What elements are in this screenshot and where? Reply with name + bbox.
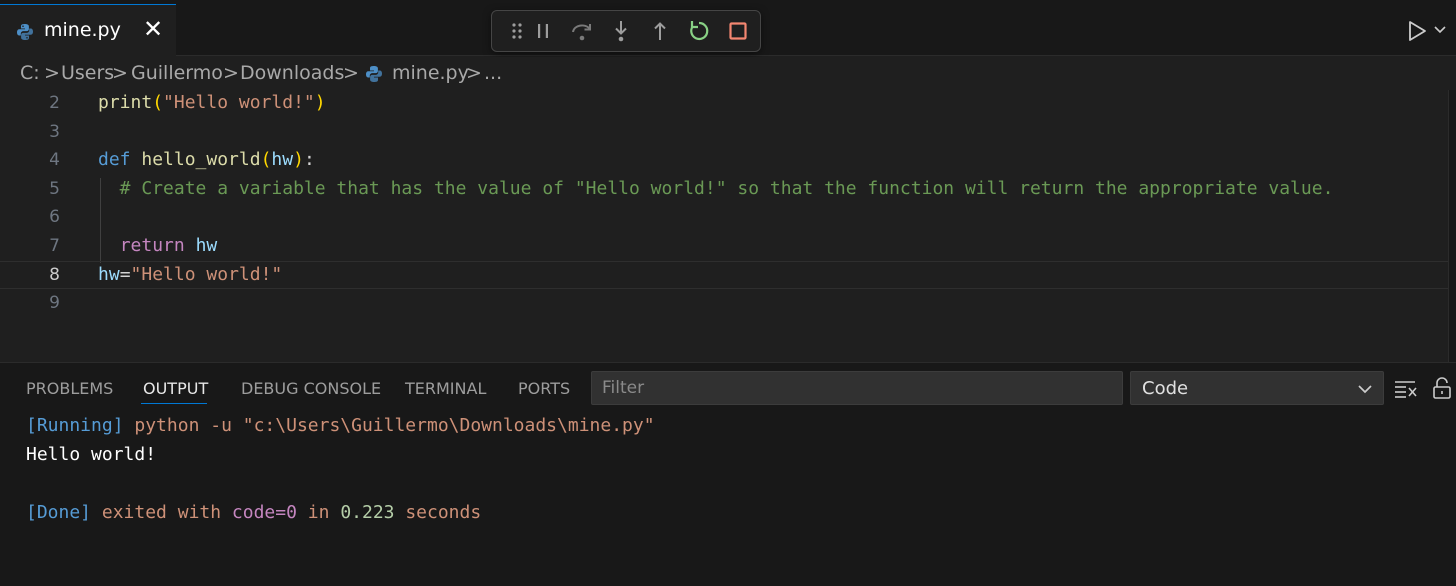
breadcrumb-item[interactable]: mine.py	[392, 62, 469, 84]
breadcrumb: C: > Users > Guillermo > Downloads > min…	[0, 57, 1456, 90]
code-text: print("Hello world!")	[98, 92, 326, 113]
code-token: hw	[195, 234, 218, 256]
step-over-icon[interactable]	[569, 18, 595, 44]
code-text: # Create a variable that has the value o…	[98, 177, 1334, 199]
breadcrumb-separator: >	[112, 62, 128, 84]
line-number: 3	[49, 121, 60, 142]
bottom-panel: PROBLEMS OUTPUT DEBUG CONSOLE TERMINAL P…	[0, 362, 1456, 586]
breadcrumb-item[interactable]: Users	[61, 62, 114, 84]
tab-ports[interactable]: PORTS	[518, 379, 570, 398]
output-log: [Running] python -u "c:\Users\Guillermo\…	[26, 415, 655, 531]
code-token: hello_world	[141, 149, 261, 170]
code-line[interactable]: 7 return hw	[0, 233, 1448, 261]
code-text: hw="Hello world!"	[98, 264, 282, 285]
code-line[interactable]: 9	[0, 290, 1448, 318]
output-duration: 0.223	[340, 502, 395, 523]
output-tag: [Done]	[26, 502, 92, 523]
tab-debug-console[interactable]: DEBUG CONSOLE	[241, 379, 381, 398]
tab-bar: mine.py ✕	[0, 0, 1456, 56]
pause-icon[interactable]	[530, 18, 556, 44]
step-into-icon[interactable]	[608, 18, 634, 44]
editor-scrollbar[interactable]	[1448, 90, 1456, 362]
code-line[interactable]: 4 def hello_world(hw):	[0, 147, 1448, 175]
python-file-icon	[17, 24, 33, 40]
python-file-icon	[366, 66, 382, 82]
step-out-icon[interactable]	[647, 18, 673, 44]
clear-output-icon[interactable]	[1394, 379, 1418, 399]
code-token: return	[119, 234, 185, 256]
code-text: def hello_world(hw):	[98, 149, 315, 170]
breadcrumb-item[interactable]: Downloads	[240, 62, 344, 84]
code-token: "Hello world!"	[130, 264, 283, 285]
active-tab-indicator	[141, 403, 207, 404]
output-line: Hello world!	[26, 444, 157, 465]
run-icon[interactable]	[1403, 18, 1431, 44]
breadcrumb-item[interactable]: Guillermo	[131, 62, 223, 84]
code-token: )	[314, 92, 326, 113]
code-token: def	[98, 149, 131, 170]
breadcrumb-item[interactable]: C:	[20, 62, 40, 84]
restart-icon[interactable]	[686, 18, 712, 44]
tab-label: mine.py	[44, 19, 121, 41]
line-number: 9	[49, 292, 60, 313]
stop-icon[interactable]	[725, 18, 751, 44]
code-token: hw	[271, 149, 294, 170]
output-text: in	[296, 502, 341, 523]
output-line: [Running] python -u "c:\Users\Guillermo\…	[26, 415, 655, 444]
code-token: (	[260, 149, 272, 170]
close-icon[interactable]: ✕	[143, 15, 163, 43]
tab-problems[interactable]: PROBLEMS	[26, 379, 113, 398]
code-line[interactable]: 5 # Create a variable that has the value…	[0, 176, 1448, 204]
chevron-down-icon[interactable]	[1433, 22, 1447, 36]
line-number: 4	[49, 150, 60, 170]
code-token: =	[119, 264, 131, 285]
code-editor[interactable]: 2 print("Hello world!") 3 4 def hello_world(…	[0, 90, 1456, 362]
output-channel-select[interactable]: Code	[1130, 371, 1384, 405]
editor-tab-mine-py[interactable]: mine.py ✕	[0, 4, 176, 56]
code-line[interactable]: 2 print("Hello world!")	[0, 90, 1448, 118]
code-line[interactable]: 8 hw="Hello world!"	[0, 261, 1448, 289]
line-number: 5	[49, 178, 60, 199]
output-line: [Done] exited with code=0 in 0.223 secon…	[26, 502, 655, 531]
filter-input[interactable]	[591, 371, 1123, 405]
output-line-empty	[26, 473, 655, 502]
code-token: )	[293, 149, 304, 170]
debug-toolbar	[491, 10, 761, 52]
line-number: 6	[49, 207, 60, 227]
breadcrumb-separator: >	[223, 62, 239, 84]
output-channel-value: Code	[1142, 378, 1189, 399]
line-number: 7	[49, 235, 60, 256]
code-token: hw	[98, 264, 120, 285]
code-line[interactable]: 3	[0, 119, 1448, 147]
code-token: "Hello world!"	[163, 92, 315, 113]
output-exit-code: code=0	[231, 502, 297, 523]
tab-output[interactable]: OUTPUT	[143, 379, 208, 398]
output-text: exited with	[91, 502, 232, 523]
code-token: (	[152, 92, 164, 113]
drag-handle-icon[interactable]	[504, 18, 530, 44]
breadcrumb-separator: >	[466, 62, 482, 84]
line-number: 8	[49, 265, 60, 285]
breadcrumb-separator: >	[343, 62, 359, 84]
code-line[interactable]: 6	[0, 204, 1448, 232]
chevron-down-icon	[1358, 385, 1372, 394]
breadcrumb-item[interactable]: ...	[484, 62, 502, 84]
output-tag: [Running]	[26, 415, 124, 436]
lock-scroll-icon[interactable]	[1432, 376, 1452, 400]
output-text: seconds	[394, 502, 482, 523]
code-token: :	[303, 149, 315, 170]
line-number: 2	[49, 93, 60, 113]
code-token: # Create a variable that has the value o…	[98, 177, 1334, 199]
code-token: print	[98, 92, 153, 113]
breadcrumb-separator: >	[44, 62, 60, 84]
output-command: python -u "c:\Users\Guillermo\Downloads\…	[123, 415, 655, 436]
code-text: return hw	[98, 234, 218, 256]
tab-terminal[interactable]: TERMINAL	[405, 379, 486, 398]
